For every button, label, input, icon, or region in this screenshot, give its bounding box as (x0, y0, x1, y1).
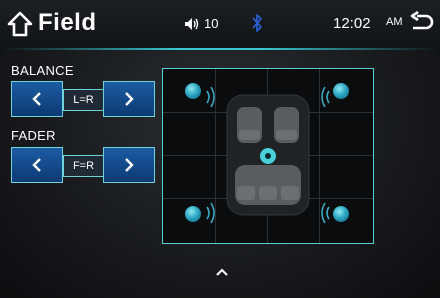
left-arrow-icon (32, 92, 41, 106)
volume-icon (185, 17, 199, 30)
balance-control: L=R (11, 81, 155, 117)
balance-value: L=R (63, 89, 104, 111)
fader-value: F=R (63, 155, 104, 177)
clock-time: 12:02 (333, 15, 371, 32)
right-arrow-icon (125, 92, 134, 106)
home-icon[interactable] (6, 10, 34, 38)
top-bar-divider (0, 48, 440, 50)
balance-left-button[interactable] (11, 81, 63, 117)
bluetooth-icon (252, 14, 262, 32)
clock-ampm: AM (386, 16, 403, 28)
field-screen: Field 10 12:02 AM BALANCE L=R FADER F=R (0, 0, 440, 298)
fader-control: F=R (11, 147, 155, 183)
volume-indicator: 10 (184, 16, 218, 31)
right-arrow-icon (125, 158, 134, 172)
fader-right-button[interactable] (103, 147, 155, 183)
fader-left-button[interactable] (11, 147, 63, 183)
page-title: Field (38, 9, 97, 36)
back-icon[interactable] (409, 11, 435, 35)
balance-point-handle[interactable] (259, 147, 277, 165)
chevron-up-icon[interactable] (216, 268, 228, 276)
volume-level: 10 (204, 16, 219, 31)
fader-label: FADER (11, 128, 56, 143)
balance-right-button[interactable] (103, 81, 155, 117)
balance-label: BALANCE (11, 63, 74, 78)
left-arrow-icon (32, 158, 41, 172)
sound-field-grid[interactable] (162, 68, 374, 244)
